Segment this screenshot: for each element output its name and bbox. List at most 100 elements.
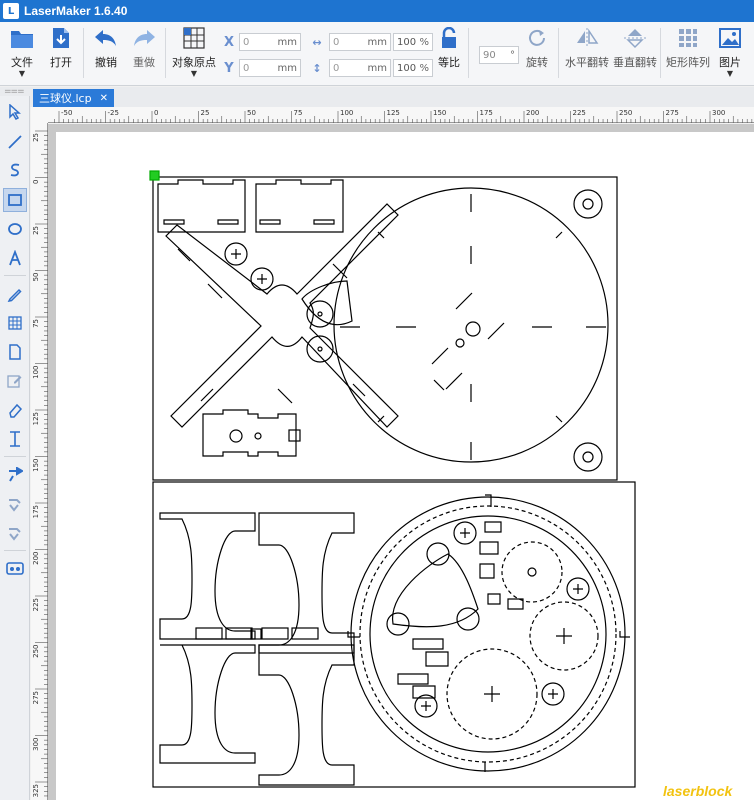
send-tool-button[interactable] <box>3 463 27 487</box>
height-input[interactable]: 0 mm <box>329 59 391 77</box>
measure-icon <box>10 431 20 447</box>
height-scale-input[interactable]: 100% <box>393 59 433 77</box>
flip-horizontal-label: 水平翻转 <box>565 56 609 69</box>
equal-ratio-button[interactable]: 等比 <box>437 26 461 70</box>
measure-tool-button[interactable] <box>3 427 27 451</box>
import-arrow-icon <box>9 499 21 512</box>
line-icon <box>8 135 22 149</box>
ruler-label: 25 <box>32 133 40 142</box>
leg-piece-top-right[interactable] <box>258 512 355 654</box>
edit-tool-button[interactable] <box>3 369 27 393</box>
line-tool-button[interactable] <box>3 130 27 154</box>
text-tool-button[interactable] <box>3 246 27 270</box>
tab-document[interactable]: 三球仪.lcp ✕ <box>33 89 114 107</box>
tab-document-label: 三球仪.lcp <box>39 92 92 105</box>
toolbar-separator <box>83 28 84 78</box>
ruler-label: 250 <box>619 109 632 117</box>
ruler-label: 125 <box>387 109 400 117</box>
gear-disc[interactable] <box>350 496 626 772</box>
curve-icon <box>10 163 20 177</box>
selection-origin-handle[interactable] <box>149 170 160 181</box>
undo-button[interactable]: 撤销 <box>94 26 118 70</box>
ruler-label: -25 <box>108 109 119 117</box>
close-icon[interactable]: ✕ <box>100 93 108 104</box>
ruler-label: 200 <box>526 109 539 117</box>
curve-tool-button[interactable] <box>3 158 27 182</box>
toolbar-separator <box>468 28 469 78</box>
leg-piece-top-left[interactable] <box>159 512 256 640</box>
horizontal-ruler[interactable]: -50 -25 0 25 50 75 100 125 150 175 200 225 250 275 300 <box>48 107 754 123</box>
rotate-button[interactable]: 旋转 <box>525 26 549 70</box>
rotate-icon <box>525 26 549 50</box>
send-arrow-icon <box>9 467 23 482</box>
app-logo-icon: L <box>3 3 19 19</box>
vertical-ruler[interactable]: 25 0 25 50 75 100 125 150 175 200 225 250 275 300 325 <box>31 123 48 800</box>
x-position-row: X 0 mm <box>222 33 301 51</box>
width-scale-value: 100 <box>397 36 417 48</box>
ruler-label: 0 <box>32 180 40 184</box>
ruler-label: 300 <box>32 738 40 751</box>
width-value: 0 <box>333 36 340 48</box>
y-position-row: Y 0 mm <box>222 59 301 77</box>
eraser-tool-button[interactable] <box>3 398 27 422</box>
flip-vertical-icon <box>623 26 647 50</box>
image-button[interactable]: 图片 ▼ <box>718 26 742 78</box>
page-tool-button[interactable] <box>3 340 27 364</box>
height-unit: mm <box>367 62 387 74</box>
file-button[interactable]: 文件 ▼ <box>10 26 34 78</box>
text-icon <box>9 250 21 266</box>
width-scale-input[interactable]: 100% <box>393 33 433 51</box>
leg-piece-bottom-right[interactable] <box>258 644 355 786</box>
chevron-down-icon: ▼ <box>726 69 734 78</box>
import-tool-button[interactable] <box>3 492 27 516</box>
base-disc[interactable] <box>333 187 609 463</box>
flip-horizontal-icon <box>575 26 599 50</box>
redo-label: 重做 <box>133 56 155 69</box>
open-button[interactable]: 打开 <box>49 26 73 70</box>
toolbar-separator <box>558 28 559 78</box>
y-unit: mm <box>277 62 297 74</box>
width-input[interactable]: 0 mm <box>329 33 391 51</box>
flip-horizontal-button[interactable]: 水平翻转 <box>565 26 609 70</box>
rotation-value: 90 <box>483 49 496 61</box>
select-tool-button[interactable] <box>3 100 27 124</box>
x-value: 0 <box>243 36 250 48</box>
ruler-label: 275 <box>32 691 40 704</box>
export-tool-button[interactable] <box>3 521 27 545</box>
rotation-angle-input[interactable]: 90 ° <box>479 46 519 64</box>
export-arrow-icon <box>9 528 21 541</box>
table-grid-icon <box>8 316 22 330</box>
height-scale-unit: % <box>419 62 429 74</box>
ruler-label: 75 <box>294 109 303 117</box>
toolbar-separator <box>165 28 166 78</box>
rectangle-tool-button[interactable] <box>3 188 27 212</box>
ellipse-tool-button[interactable] <box>3 217 27 241</box>
flip-vertical-button[interactable]: 垂直翻转 <box>613 26 657 70</box>
grid-tool-button[interactable] <box>3 311 27 335</box>
ruler-label: 100 <box>32 366 40 379</box>
pen-tool-button[interactable] <box>3 282 27 306</box>
drawing-canvas[interactable] <box>48 124 754 800</box>
y-position-input[interactable]: 0 mm <box>239 59 301 77</box>
rotation-unit: ° <box>510 49 515 61</box>
leg-piece-bottom-left[interactable] <box>159 644 256 764</box>
image-label: 图片 <box>719 56 741 69</box>
ruler-label: 25 <box>201 109 210 117</box>
open-file-icon <box>49 26 73 50</box>
tool-separator <box>4 275 26 276</box>
width-unit: mm <box>367 36 387 48</box>
x-position-input[interactable]: 0 mm <box>239 33 301 51</box>
axle-piece[interactable] <box>202 409 297 457</box>
rectangular-array-button[interactable]: 矩形阵列 <box>666 26 710 70</box>
device-tool-button[interactable] <box>3 556 27 580</box>
drawing-shapes[interactable] <box>48 124 754 800</box>
y-label: Y <box>224 60 234 76</box>
object-origin-button[interactable]: 对象原点 ▼ <box>172 26 216 78</box>
top-board-outline[interactable] <box>152 176 618 481</box>
toolbar-separator <box>660 28 661 78</box>
ellipse-icon <box>8 223 22 235</box>
ruler-label: 175 <box>480 109 493 117</box>
y-value: 0 <box>243 62 250 74</box>
redo-button[interactable]: 重做 <box>132 26 156 70</box>
grid-origin-icon <box>182 26 206 50</box>
